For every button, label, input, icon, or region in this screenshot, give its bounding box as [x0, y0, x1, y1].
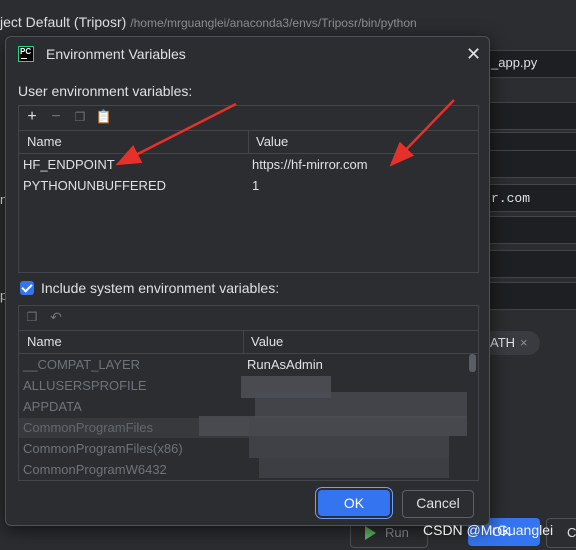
system-env-toolbar: ❐ ↶ — [19, 306, 478, 331]
env-name[interactable]: PYTHONUNBUFFERED — [23, 178, 166, 193]
redaction-mosaic — [259, 458, 449, 478]
window-title: ject Default (Triposr)/home/mrguanglei/a… — [0, 14, 417, 30]
close-icon[interactable]: ✕ — [466, 45, 481, 63]
column-header-value[interactable]: Value — [256, 134, 288, 149]
column-header-name[interactable]: Name — [27, 334, 62, 349]
dialog-title: Environment Variables — [46, 46, 186, 62]
bg-field[interactable] — [486, 102, 576, 130]
ok-button[interactable]: OK — [318, 490, 390, 516]
bg-file-name: _app.py — [491, 55, 538, 70]
copy-icon[interactable]: ❐ — [23, 308, 41, 326]
remove-icon[interactable]: − — [47, 108, 65, 126]
env-name[interactable]: HF_ENDPOINT — [23, 157, 115, 172]
system-table-header: Name Value — [19, 331, 478, 354]
user-env-label: User environment variables: — [18, 83, 193, 99]
paste-icon[interactable]: 📋 — [95, 108, 113, 126]
chip-close-icon[interactable]: × — [520, 335, 528, 350]
redaction-mosaic — [249, 436, 449, 458]
redaction-mosaic — [19, 418, 249, 438]
env-name[interactable]: APPDATA — [23, 399, 82, 414]
env-value[interactable]: https://hf-mirror.com — [252, 157, 368, 172]
redaction-mosaic — [255, 392, 467, 418]
environment-variables-dialog: PC Environment Variables ✕ User environm… — [5, 36, 490, 526]
undo-icon[interactable]: ↶ — [47, 308, 65, 326]
env-name[interactable]: CommonProgramW6432 — [23, 462, 167, 477]
scrollbar[interactable] — [469, 354, 476, 372]
run-icon — [365, 526, 376, 540]
env-name[interactable]: CommonProgramFiles(x86) — [23, 441, 183, 456]
pycharm-icon: PC — [18, 46, 34, 62]
bg-field[interactable] — [486, 250, 576, 278]
user-table-header: Name Value — [19, 131, 478, 154]
add-icon[interactable]: + — [23, 108, 41, 126]
system-env-panel: ❐ ↶ Name Value __COMPAT_LAYER RunAsAdmin… — [18, 305, 479, 481]
watermark: CSDN @MrGuanglei — [423, 522, 554, 538]
interpreter-path: /home/mrguanglei/anaconda3/envs/Triposr/… — [130, 16, 417, 30]
column-header-name[interactable]: Name — [27, 134, 62, 149]
user-env-toolbar: + − ❐ 📋 — [19, 106, 478, 131]
table-row[interactable]: PYTHONUNBUFFERED 1 — [19, 175, 478, 196]
env-name[interactable]: __COMPAT_LAYER — [23, 357, 140, 372]
env-value[interactable]: RunAsAdmin — [247, 357, 323, 372]
bg-field[interactable] — [486, 216, 576, 244]
env-name[interactable]: ALLUSERSPROFILE — [23, 378, 147, 393]
env-value[interactable]: 1 — [252, 178, 259, 193]
user-env-panel: + − ❐ 📋 Name Value HF_ENDPOINT https://h… — [18, 105, 479, 273]
cancel-button[interactable]: Cancel — [402, 490, 474, 518]
bg-field[interactable] — [486, 150, 576, 178]
table-row[interactable]: __COMPAT_LAYER RunAsAdmin — [19, 354, 478, 375]
include-system-checkbox[interactable] — [20, 281, 34, 295]
include-system-label[interactable]: Include system environment variables: — [41, 280, 279, 296]
table-row[interactable]: HF_ENDPOINT https://hf-mirror.com — [19, 154, 478, 175]
bg-field[interactable] — [486, 282, 576, 310]
column-header-value[interactable]: Value — [251, 334, 283, 349]
bg-partial-text: r.com — [491, 191, 531, 206]
copy-icon[interactable]: ❐ — [71, 108, 89, 126]
